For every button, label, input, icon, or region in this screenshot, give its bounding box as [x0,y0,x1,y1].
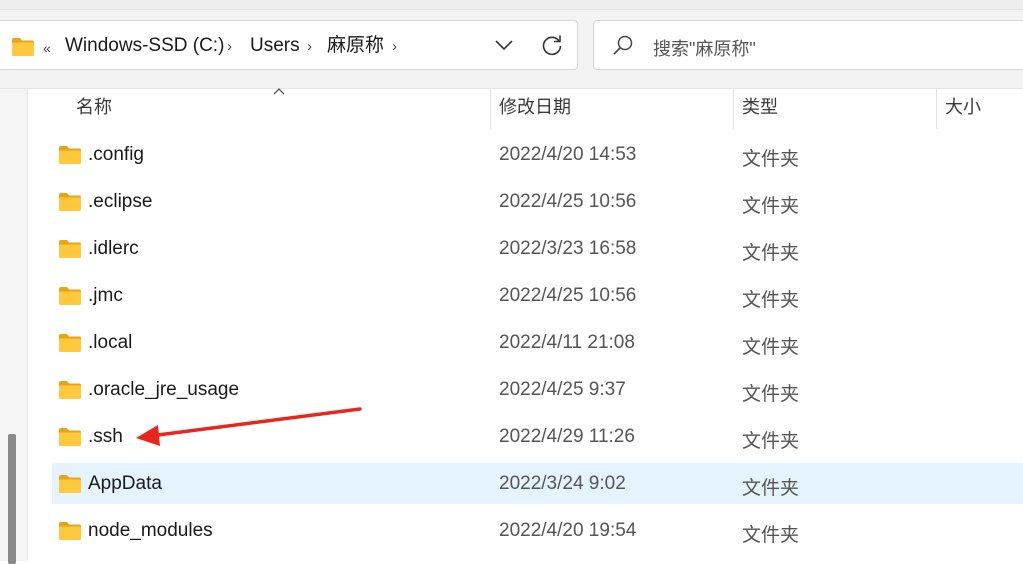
file-modified-date: 2022/4/25 10:56 [499,191,637,212]
folder-icon [58,239,82,264]
folder-icon [58,380,82,405]
file-name: .ssh [88,426,123,447]
breadcrumb-user-folder[interactable]: 麻原称 [327,35,384,57]
folder-icon [58,286,82,311]
file-name: .oracle_jre_usage [88,379,240,400]
folder-icon [58,427,82,452]
toolbar: « Windows-SSD (C:) › Users › 麻原称 › 搜索"麻原… [0,0,1023,89]
breadcrumb-drive[interactable]: Windows-SSD (C:) [65,35,224,57]
folder-icon [58,521,82,546]
navigation-pane-edge [0,89,28,564]
column-header-name[interactable]: 名称 [68,89,490,129]
file-type: 文件夹 [742,290,800,311]
file-modified-date: 2022/3/23 16:58 [499,238,637,259]
address-bar[interactable]: « Windows-SSD (C:) › Users › 麻原称 › [0,20,578,70]
file-name: .jmc [88,285,123,306]
file-row[interactable]: .config 2022/4/20 14:53 文件夹 [52,134,1023,175]
column-header-type[interactable]: 类型 [734,89,936,129]
file-name: AppData [88,473,162,494]
breadcrumb-users[interactable]: Users [250,35,300,57]
folder-icon [11,37,35,62]
file-row[interactable]: .idlerc 2022/3/23 16:58 文件夹 [52,228,1023,269]
breadcrumb-separator[interactable]: › [307,38,312,55]
file-type: 文件夹 [742,431,800,452]
search-input[interactable]: 搜索"麻原称" [593,20,1023,70]
file-modified-date: 2022/4/25 10:56 [499,285,637,306]
file-modified-date: 2022/4/29 11:26 [499,426,635,447]
file-name: node_modules [88,520,213,541]
search-icon [612,34,634,56]
folder-icon [58,333,82,358]
file-type: 文件夹 [742,196,800,217]
file-modified-date: 2022/3/24 9:02 [499,473,626,494]
file-row[interactable]: .ssh 2022/4/29 11:26 文件夹 [52,416,1023,457]
file-modified-date: 2022/4/20 19:54 [499,520,637,541]
refresh-icon[interactable] [540,33,564,57]
window-top-strip [0,0,1023,10]
column-header-date[interactable]: 修改日期 [491,89,733,129]
file-type: 文件夹 [742,149,800,170]
file-type: 文件夹 [742,478,800,499]
breadcrumb-separator[interactable]: › [392,38,397,55]
file-row[interactable]: node_modules 2022/4/20 19:54 文件夹 [52,510,1023,551]
file-type: 文件夹 [742,525,800,546]
folder-icon [58,145,82,170]
file-row[interactable]: AppData 2022/3/24 9:02 文件夹 [52,463,1023,504]
folder-icon [58,474,82,499]
chevron-down-icon[interactable] [494,35,514,55]
file-row[interactable]: .eclipse 2022/4/25 10:56 文件夹 [52,181,1023,222]
file-name: .config [88,144,144,165]
file-modified-date: 2022/4/20 14:53 [499,144,637,165]
file-name: .eclipse [88,191,153,212]
file-name: .local [88,332,133,353]
folder-icon [58,192,82,217]
file-row[interactable]: .jmc 2022/4/25 10:56 文件夹 [52,275,1023,316]
column-header-size[interactable]: 大小 [937,89,1023,129]
file-type: 文件夹 [742,337,800,358]
file-type: 文件夹 [742,384,800,405]
file-name: .idlerc [88,238,139,259]
breadcrumb-overflow[interactable]: « [43,37,51,59]
breadcrumb-separator[interactable]: › [227,38,232,55]
file-type: 文件夹 [742,243,800,264]
file-row[interactable]: .local 2022/4/11 21:08 文件夹 [52,322,1023,363]
scrollbar-thumb[interactable] [8,434,16,564]
file-list-pane: 名称 修改日期 类型 大小 .config 2022/4/20 14:53 文件夹.… [0,88,1023,564]
search-placeholder: 搜索"麻原称" [653,39,756,59]
file-row[interactable]: .oracle_jre_usage 2022/4/25 9:37 文件夹 [52,369,1023,410]
file-modified-date: 2022/4/25 9:37 [499,379,626,400]
file-modified-date: 2022/4/11 21:08 [499,332,635,353]
